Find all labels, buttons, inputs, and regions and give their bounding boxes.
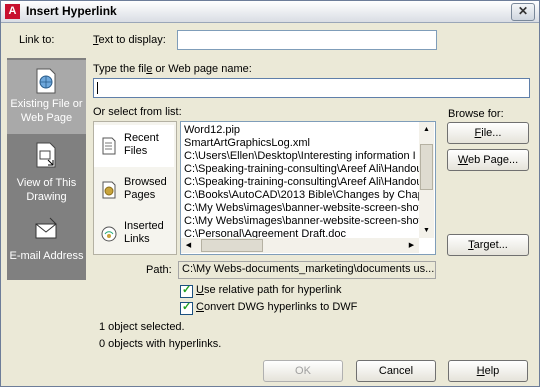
relative-path-label: Use relative path for hyperlink bbox=[196, 284, 342, 296]
tab-recent-files[interactable]: Recent Files bbox=[94, 125, 174, 167]
ok-button[interactable]: OK bbox=[263, 360, 343, 382]
browse-web-page-button[interactable]: Web Page... bbox=[447, 149, 529, 171]
recent-files-list[interactable]: Word12.pip SmartArtGraphicsLog.xml C:\Us… bbox=[180, 121, 436, 255]
path-field: C:\My Webs-documents_marketing\documents… bbox=[178, 261, 436, 279]
recent-files-icon bbox=[102, 137, 116, 155]
close-button[interactable]: ✕ bbox=[511, 3, 535, 21]
dialog-title: Insert Hyperlink bbox=[26, 4, 117, 18]
browsed-pages-icon bbox=[102, 181, 116, 199]
horizontal-scrollbar[interactable]: ◀ ▶ bbox=[181, 238, 419, 253]
sidebar-item-existing-file-line2: Web Page bbox=[20, 112, 73, 124]
text-to-display-label: Text to display: bbox=[93, 34, 166, 46]
cancel-button[interactable]: Cancel bbox=[356, 360, 436, 382]
convert-dwg-checkbox[interactable] bbox=[180, 300, 193, 315]
scroll-down-arrow-icon[interactable]: ▼ bbox=[419, 223, 434, 238]
sidebar-item-view-of-drawing[interactable]: View of This Drawing bbox=[7, 138, 86, 208]
link-to-sidebar: Existing File or Web Page View of This D… bbox=[7, 58, 86, 280]
text-to-display-input[interactable] bbox=[177, 30, 437, 50]
list-item[interactable]: C:\Speaking-training-consulting\Areef Al… bbox=[184, 163, 422, 176]
dialog-body: Link to: Existing File or Web Page View … bbox=[1, 23, 539, 386]
path-label: Path: bbox=[146, 264, 172, 276]
tab-inserted-links[interactable]: Inserted Links bbox=[94, 213, 174, 255]
objects-with-hyperlinks-status: 0 objects with hyperlinks. bbox=[99, 338, 222, 350]
scroll-up-arrow-icon[interactable]: ▲ bbox=[419, 122, 434, 137]
globe-document-icon bbox=[36, 68, 56, 94]
title-bar[interactable]: A Insert Hyperlink ✕ bbox=[1, 1, 539, 23]
help-button[interactable]: Help bbox=[448, 360, 528, 382]
file-name-label: Type the file or Web page name: bbox=[93, 63, 252, 75]
sidebar-item-view-line2: Drawing bbox=[26, 191, 67, 203]
link-to-label: Link to: bbox=[19, 34, 55, 46]
list-item[interactable]: C:\My Webs\images\banner-website-screen-… bbox=[184, 202, 422, 215]
insert-hyperlink-dialog: A Insert Hyperlink ✕ Link to: Existing F… bbox=[0, 0, 540, 387]
tab-recent-files-label: Recent Files bbox=[124, 132, 159, 157]
list-item[interactable]: Word12.pip bbox=[184, 124, 240, 137]
select-from-list-label: Or select from list: bbox=[93, 106, 182, 118]
vertical-scrollbar[interactable]: ▲ ▼ bbox=[419, 122, 434, 238]
scroll-left-arrow-icon[interactable]: ◀ bbox=[181, 238, 196, 253]
autocad-app-icon: A bbox=[5, 4, 20, 19]
list-item[interactable]: C:\Books\AutoCAD\2013 Bible\Changes by C… bbox=[184, 189, 427, 202]
browse-file-button[interactable]: File... bbox=[447, 122, 529, 144]
relative-path-checkbox[interactable] bbox=[180, 283, 193, 298]
convert-dwg-label: Convert DWG hyperlinks to DWF bbox=[196, 301, 358, 313]
text-cursor bbox=[97, 82, 98, 94]
list-item[interactable]: C:\Users\Ellen\Desktop\Interesting infor… bbox=[184, 150, 416, 163]
vertical-scroll-thumb[interactable] bbox=[420, 144, 433, 190]
sidebar-item-email[interactable]: E-mail Address bbox=[7, 212, 86, 272]
tab-browsed-pages[interactable]: Browsed Pages bbox=[94, 169, 174, 211]
sidebar-item-existing-file[interactable]: Existing File or Web Page bbox=[7, 60, 86, 134]
list-item[interactable]: C:\Speaking-training-consulting\Areef Al… bbox=[184, 176, 422, 189]
sidebar-item-existing-file-line1: Existing File or bbox=[10, 98, 83, 110]
list-item[interactable]: SmartArtGraphicsLog.xml bbox=[184, 137, 310, 150]
file-name-input[interactable] bbox=[93, 78, 530, 98]
tab-browsed-pages-label: Browsed Pages bbox=[124, 176, 167, 201]
sidebar-item-email-label: E-mail Address bbox=[9, 250, 84, 262]
list-item[interactable]: C:\My Webs\images\banner-website-screen-… bbox=[184, 215, 422, 228]
objects-selected-status: 1 object selected. bbox=[99, 321, 185, 333]
sidebar-item-view-line1: View of This bbox=[16, 177, 77, 189]
scroll-right-arrow-icon[interactable]: ▶ bbox=[404, 238, 419, 253]
drawing-view-icon bbox=[36, 142, 56, 168]
list-type-tabs: Recent Files Browsed Pages Inserted Links bbox=[93, 121, 177, 255]
browse-for-label: Browse for: bbox=[448, 108, 504, 120]
inserted-links-icon bbox=[101, 226, 117, 242]
tab-inserted-links-label: Inserted Links bbox=[124, 220, 164, 245]
target-button[interactable]: Target... bbox=[447, 234, 529, 256]
envelope-icon bbox=[35, 217, 57, 239]
horizontal-scroll-thumb[interactable] bbox=[201, 239, 263, 252]
